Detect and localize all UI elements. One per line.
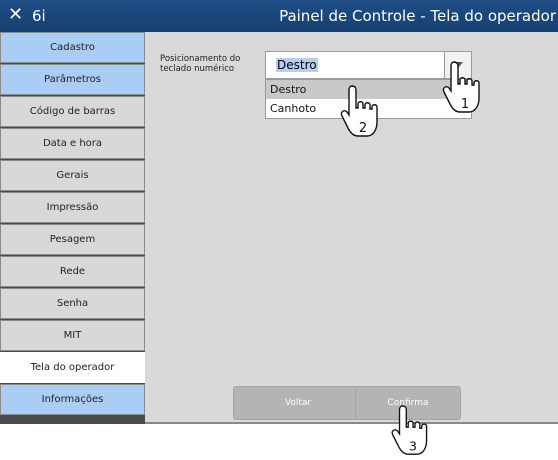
select-value: Destro [276,58,318,72]
sidebar-item-data-e-hora[interactable]: Data e hora [0,128,145,159]
sidebar-item-parametros[interactable]: Parâmetros [0,64,145,95]
title-bar: ✕ 6i Painel de Controle - Tela do operad… [0,0,558,32]
sidebar: Cadastro Parâmetros Código de barras Dat… [0,32,145,424]
callout-number-2: 2 [359,121,367,136]
close-icon[interactable]: ✕ [8,5,23,25]
sidebar-item-informacoes[interactable]: Informações [0,384,145,415]
voltar-button[interactable]: Voltar [233,386,363,420]
pointer-hand-icon-1: 1 [442,61,480,113]
sidebar-item-codigo-de-barras[interactable]: Código de barras [0,96,145,127]
pointer-hand-icon-3: 3 [391,405,428,455]
pointer-hand-icon-2: 2 [340,85,378,137]
app-name: 6i [32,7,46,25]
keypad-position-label: Posicionamento do teclado numérico [160,54,241,74]
callout-number-3: 3 [409,438,417,453]
callout-number-1: 1 [461,97,469,112]
sidebar-item-rede[interactable]: Rede [0,256,145,287]
sidebar-item-cadastro[interactable]: Cadastro [0,32,145,63]
sidebar-item-pesagem[interactable]: Pesagem [0,224,145,255]
sidebar-item-impressao[interactable]: Impressão [0,192,145,223]
bottom-divider [145,422,558,424]
window-title: Painel de Controle - Tela do operador [279,7,556,25]
sidebar-item-gerais[interactable]: Gerais [0,160,145,191]
sidebar-item-senha[interactable]: Senha [0,288,145,319]
keypad-position-select[interactable]: Destro [265,51,472,79]
sidebar-item-tela-do-operador[interactable]: Tela do operador [0,352,145,383]
sidebar-item-mit[interactable]: MIT [0,320,145,351]
